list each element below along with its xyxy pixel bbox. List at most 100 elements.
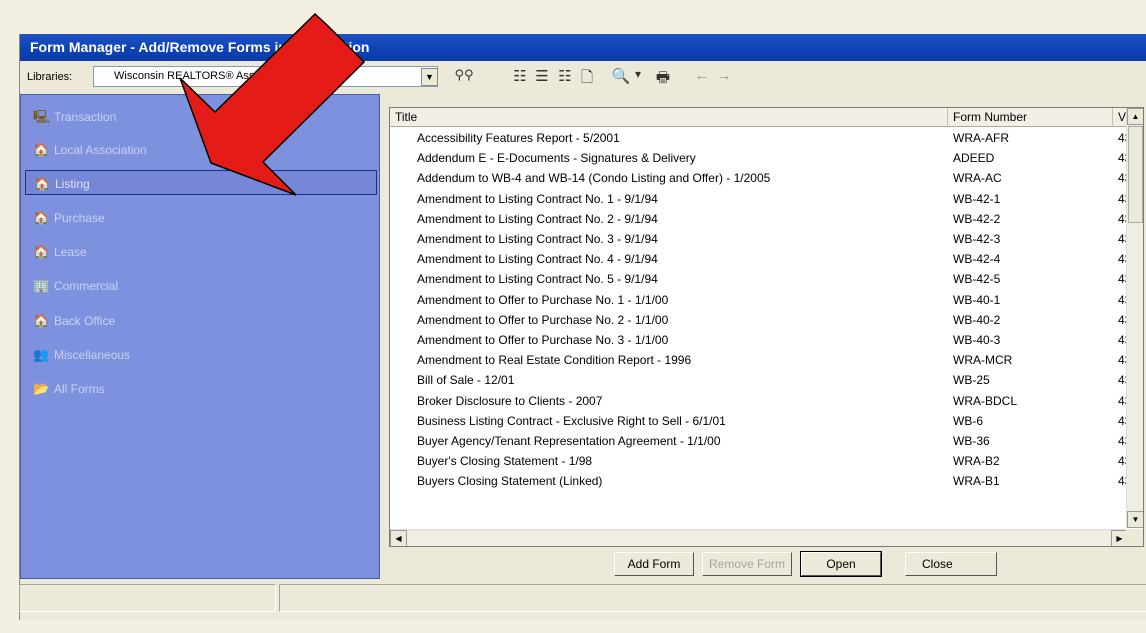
table-row[interactable]: Bill of Sale - 12/01WB-25435 [390,371,1128,391]
sidebar-item-transaction[interactable]: 🖳 Transaction [25,103,377,128]
scroll-left-button[interactable]: ◀ [390,530,407,546]
cell-title: Amendment to Listing Contract No. 2 - 9/… [417,211,658,226]
sidebar-item-local-association[interactable]: 🏠 Local Association [25,137,377,162]
add-form-button[interactable]: Add Form [614,552,694,576]
cell-form-number: WRA-B2 [953,454,1000,469]
print-preview-icon[interactable]: 🗋 [577,67,597,87]
transaction-icon: 🖳 [33,109,51,124]
table-row[interactable]: Addendum E - E-Documents - Signatures & … [390,149,1128,169]
window-title: Form Manager - Add/Remove Forms in Trans… [20,34,1146,61]
sidebar-item-all-forms[interactable]: 📂 All Forms [25,376,377,401]
arrow-down-icon: ▼ [1131,515,1140,524]
cell-form-number: WB-25 [953,373,990,388]
cell-form-number: WRA-MCR [953,353,1013,368]
table-row[interactable]: Amendment to Listing Contract No. 4 - 9/… [390,250,1128,270]
cell-title: Accessibility Features Report - 5/2001 [417,131,620,145]
status-bar [19,582,1146,616]
column-header-title[interactable]: Title [390,108,948,127]
small-icons-view-icon[interactable]: ☷ [510,67,530,87]
table-row[interactable]: Buyer Agency/Tenant Representation Agree… [390,432,1128,452]
cell-title: Amendment to Listing Contract No. 1 - 9/… [417,191,658,206]
local-association-icon: 🏠 [33,142,50,157]
arrow-up-icon: ▲ [1131,112,1140,121]
sidebar-item-label: Listing [55,177,90,191]
folder-icon: 📂 [33,381,50,396]
binoculars-icon[interactable]: ⚲⚲ [453,67,475,87]
cell-form-number: WB-42-3 [953,232,1001,246]
cell-title: Amendment to Listing Contract No. 3 - 9/… [417,232,658,246]
list-view-icon[interactable]: ☷ [555,67,575,87]
sidebar-item-label: Transaction [54,110,117,124]
table-row[interactable]: Amendment to Listing Contract No. 3 - 9/… [390,230,1128,250]
table-row[interactable]: Accessibility Features Report - 5/2001 WR… [390,129,1128,149]
cell-title: Buyer's Closing Statement - 1/98 [417,454,593,469]
vertical-scrollbar[interactable]: ▲ ▼ [1126,108,1143,528]
back-office-icon: 🏠 [33,313,50,328]
category-sidebar: 🖳 Transaction 🏠 Local Association 🏠 Listing… [20,94,380,579]
table-row[interactable]: Amendment to Offer to Purchase No. 2 - 1… [390,311,1128,331]
cell-form-number: WB-6 [953,413,983,428]
zoom-dropdown-icon[interactable]: ▾ [632,67,644,87]
libraries-dropdown-button[interactable]: ▼ [421,68,438,86]
cell-title: Amendment to Listing Contract No. 4 - 9/… [417,252,658,267]
sidebar-item-label: Miscellaneous [54,348,131,362]
cell-form-number: WB-42-4 [953,252,1001,267]
commercial-icon: 🏢 [33,278,50,293]
cell-title: Amendment to Offer to Purchase No. 1 - 1… [417,292,669,307]
chevron-down-icon: ▼ [425,72,434,82]
table-row[interactable]: Amendment to Listing Contract No. 1 - 9/… [390,190,1128,210]
cell-title: Bill of Sale - 12/01 [417,373,515,388]
table-row[interactable]: Amendment to Real Estate Condition Repor… [390,351,1128,371]
cell-title: Buyers Closing Statement (Linked) [417,474,603,489]
close-button[interactable]: Close [905,552,997,576]
scrollbar-corner [1126,529,1143,546]
details-view-icon[interactable]: ☰ [532,67,552,87]
cell-form-number: WB-40-3 [953,333,1001,347]
horizontal-scrollbar[interactable]: ◀ ▶ [390,529,1128,546]
table-row[interactable]: Amendment to Listing Contract No. 2 - 9/… [390,210,1128,230]
sidebar-item-label: All Forms [54,382,105,396]
libraries-value: Wisconsin REALTORS® Association [114,70,293,82]
column-header-form-number[interactable]: Form Number [948,108,1113,127]
sidebar-item-back-office[interactable]: 🏠 Back Office [25,308,377,333]
sidebar-item-lease[interactable]: 🏠 Lease [25,239,377,264]
cell-form-number: WRA-B1 [953,474,1000,489]
table-row[interactable]: Buyers Closing Statement (Linked) WRA-B1 4… [390,472,1128,492]
button-bar: Add Form Remove Form Open Close [389,548,1144,579]
cell-title: Amendment to Offer to Purchase No. 3 - 1… [417,333,669,347]
open-button[interactable]: Open [800,551,882,577]
cell-form-number: WB-42-5 [953,272,1001,287]
sidebar-item-miscellaneous[interactable]: 👥 Miscellaneous [25,342,377,367]
listing-icon: 🏠 [34,176,51,191]
cell-form-number: WB-42-2 [953,211,1001,226]
table-row[interactable]: Buyer's Closing Statement - 1/98WRA-B243… [390,452,1128,472]
scroll-down-button[interactable]: ▼ [1127,511,1143,528]
cell-title: Amendment to Real Estate Condition Repor… [417,353,692,368]
cell-title: Amendment to Listing Contract No. 5 - 9/… [417,272,658,287]
table-row[interactable]: Addendum to WB-4 and WB-14 (Condo Listin… [390,169,1128,189]
table-row[interactable]: Business Listing Contract - Exclusive Ri… [390,412,1128,432]
libraries-dropdown[interactable]: Wisconsin REALTORS® Association [93,66,438,87]
sidebar-item-commercial[interactable]: 🏢 Commercial [25,273,377,298]
purchase-icon: 🏠 [33,210,50,225]
forward-arrow-icon[interactable]: → [714,67,734,87]
cell-title: Addendum to WB-4 and WB-14 (Condo Listin… [417,171,771,186]
print-icon[interactable]: 🖶 [652,67,674,87]
table-row[interactable]: Amendment to Offer to Purchase No. 3 - 1… [390,331,1128,351]
sidebar-item-listing[interactable]: 🏠 Listing [25,170,377,195]
libraries-label: Libraries: [27,71,73,83]
zoom-icon[interactable]: 🔍 [610,67,632,87]
table-row[interactable]: Amendment to Listing Contract No. 5 - 9/… [390,270,1128,290]
arrow-left-icon: ◀ [395,534,402,543]
table-row[interactable]: Broker Disclosure to Clients - 2007 WRA-B… [390,392,1128,412]
cell-form-number: WB-36 [953,434,990,448]
status-panel-right [279,584,1146,612]
lease-icon: 🏠 [33,244,50,259]
back-arrow-icon[interactable]: ← [692,67,712,87]
scroll-up-button[interactable]: ▲ [1127,108,1143,125]
scroll-thumb[interactable] [1128,126,1143,223]
sidebar-item-purchase[interactable]: 🏠 Purchase [25,205,377,230]
table-row[interactable]: Amendment to Offer to Purchase No. 1 - 1… [390,291,1128,311]
forms-table: Title Form Number Ver Accessibility Feat… [389,107,1144,547]
remove-form-button[interactable]: Remove Form [702,552,792,576]
